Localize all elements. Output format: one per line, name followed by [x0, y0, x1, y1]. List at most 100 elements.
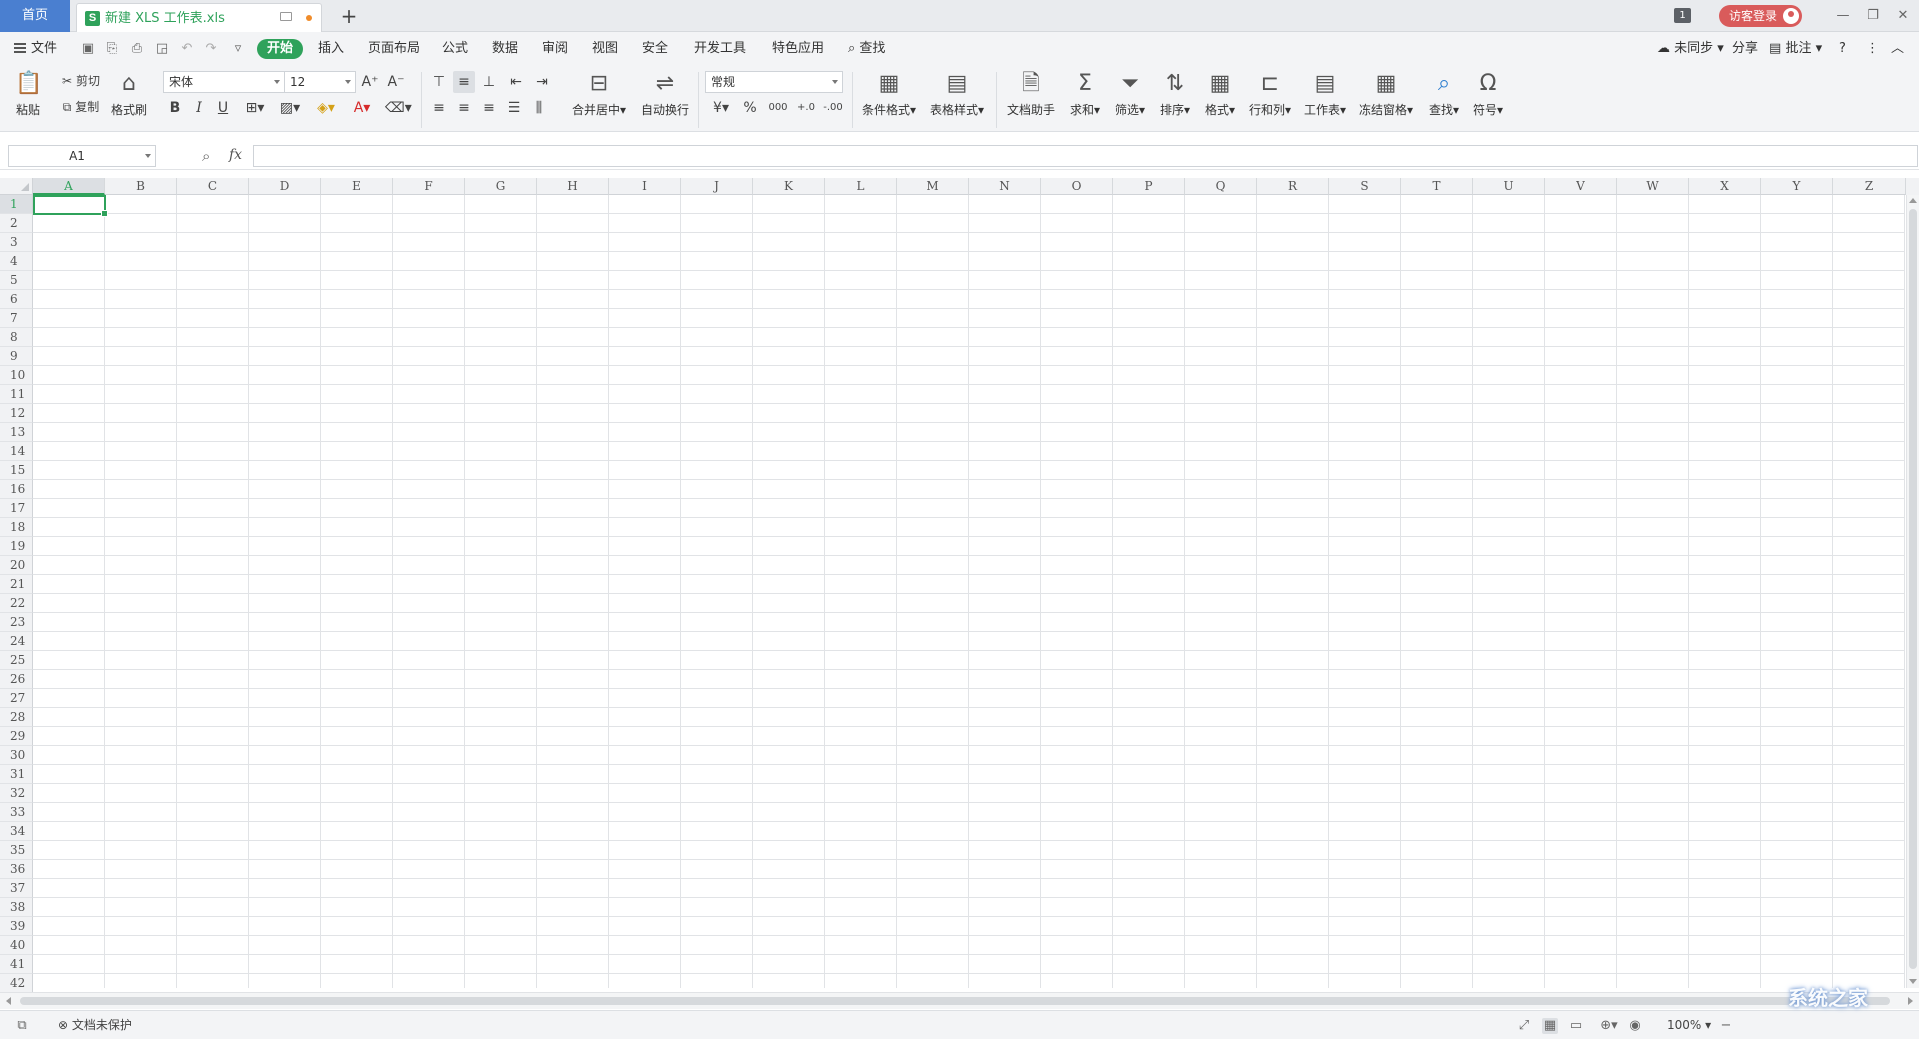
column-header-g[interactable]: G — [465, 178, 537, 195]
format-painter-button[interactable]: ⌂ 格式刷 — [108, 72, 150, 118]
symbol-button[interactable]: Ω 符号▾ — [1468, 72, 1508, 118]
row-header-2[interactable]: 2 — [0, 214, 33, 233]
row-header-3[interactable]: 3 — [0, 233, 33, 252]
column-header-d[interactable]: D — [249, 178, 321, 195]
tab-view[interactable]: 视图 — [592, 32, 618, 66]
row-header-4[interactable]: 4 — [0, 252, 33, 271]
align-right-icon[interactable]: ≡ — [480, 99, 498, 117]
more-icon[interactable]: ⋮ — [1866, 32, 1879, 66]
column-header-h[interactable]: H — [537, 178, 609, 195]
share-button[interactable]: 分享 — [1732, 32, 1758, 66]
window-count-badge[interactable]: 1 — [1674, 8, 1691, 23]
align-center-icon[interactable]: ≡ — [455, 99, 473, 117]
justify-icon[interactable]: ☰ — [505, 99, 523, 117]
column-header-f[interactable]: F — [393, 178, 465, 195]
search-command[interactable]: ⌕ 查找 — [848, 32, 885, 66]
active-cell[interactable] — [33, 195, 108, 217]
align-left-icon[interactable]: ≡ — [430, 99, 448, 117]
increase-font-icon[interactable]: A⁺ — [360, 73, 380, 91]
row-header-11[interactable]: 11 — [0, 385, 33, 404]
save-icon[interactable]: ▣ — [80, 41, 96, 57]
scroll-up-icon[interactable] — [1909, 198, 1917, 203]
underline-button[interactable]: U — [215, 99, 231, 117]
formula-input[interactable] — [253, 145, 1918, 167]
comment-button[interactable]: ▤ 批注 ▾ — [1769, 32, 1822, 66]
monitor-icon[interactable] — [280, 12, 292, 21]
row-header-42[interactable]: 42 — [0, 974, 33, 993]
row-header-19[interactable]: 19 — [0, 537, 33, 556]
fullscreen-icon[interactable]: ⤢ — [1516, 1018, 1532, 1034]
row-header-24[interactable]: 24 — [0, 632, 33, 651]
tab-special[interactable]: 特色应用 — [772, 32, 824, 66]
home-tab[interactable]: 首页 — [0, 0, 70, 32]
tab-insert[interactable]: 插入 — [318, 32, 344, 66]
cells-area[interactable] — [33, 195, 1905, 988]
border-icon[interactable]: ⊞▾ — [243, 99, 267, 117]
row-header-14[interactable]: 14 — [0, 442, 33, 461]
eye-protection-icon[interactable]: ◉ — [1627, 1018, 1643, 1034]
name-box[interactable]: A1 — [8, 145, 156, 167]
tab-developer[interactable]: 开发工具 — [694, 32, 746, 66]
horizontal-scrollbar[interactable] — [0, 992, 1919, 1009]
row-header-7[interactable]: 7 — [0, 309, 33, 328]
row-header-22[interactable]: 22 — [0, 594, 33, 613]
document-tab[interactable]: S 新建 XLS 工作表.xls — [76, 3, 322, 32]
normal-view-icon[interactable]: ▦ — [1542, 1018, 1558, 1034]
row-header-25[interactable]: 25 — [0, 651, 33, 670]
bold-button[interactable]: B — [167, 99, 183, 117]
row-header-38[interactable]: 38 — [0, 898, 33, 917]
column-header-s[interactable]: S — [1329, 178, 1401, 195]
column-header-c[interactable]: C — [177, 178, 249, 195]
font-size-select[interactable]: 12 — [284, 71, 356, 93]
sort-button[interactable]: ⇅ 排序▾ — [1154, 72, 1196, 118]
wrap-text-button[interactable]: ⇌ 自动换行 — [637, 72, 693, 118]
column-header-e[interactable]: E — [321, 178, 393, 195]
filter-button[interactable]: ⏷ 筛选▾ — [1109, 72, 1151, 118]
close-button[interactable]: ✕ — [1889, 4, 1917, 28]
sheet-list-icon[interactable]: ⧉ — [14, 1018, 30, 1034]
help-button[interactable]: ? — [1839, 32, 1846, 66]
column-header-x[interactable]: X — [1689, 178, 1761, 195]
row-header-32[interactable]: 32 — [0, 784, 33, 803]
vertical-scrollbar[interactable] — [1906, 195, 1919, 988]
protect-status[interactable]: ⊗ 文档未保护 — [58, 1011, 132, 1039]
decrease-decimal-button[interactable]: -.00 — [820, 99, 846, 117]
column-header-u[interactable]: U — [1473, 178, 1545, 195]
row-header-23[interactable]: 23 — [0, 613, 33, 632]
font-color-icon[interactable]: A▾ — [349, 99, 375, 117]
column-header-o[interactable]: O — [1041, 178, 1113, 195]
font-name-select[interactable]: 宋体 — [163, 71, 285, 93]
sync-status[interactable]: ☁ 未同步 ▾ — [1657, 32, 1724, 66]
customize-dropdown-icon[interactable]: ▿ — [230, 41, 246, 57]
paste-button[interactable]: 📋 粘贴 — [10, 72, 46, 118]
align-bottom-icon[interactable]: ⊥ — [480, 73, 498, 91]
column-header-k[interactable]: K — [753, 178, 825, 195]
find-button[interactable]: ⌕ 查找▾ — [1424, 72, 1464, 118]
row-header-37[interactable]: 37 — [0, 879, 33, 898]
row-header-6[interactable]: 6 — [0, 290, 33, 309]
column-header-v[interactable]: V — [1545, 178, 1617, 195]
column-header-q[interactable]: Q — [1185, 178, 1257, 195]
tab-data[interactable]: 数据 — [492, 32, 518, 66]
file-menu[interactable]: 文件 — [14, 32, 57, 66]
unsaved-dot-icon[interactable] — [306, 15, 312, 21]
zoom-level[interactable]: 100% ▾ — [1667, 1011, 1711, 1039]
increase-indent-icon[interactable]: ⇥ — [533, 73, 551, 91]
fill-color-icon[interactable]: ◈▾ — [313, 99, 339, 117]
page-layout-icon[interactable]: ⊕▾ — [1596, 1018, 1622, 1034]
row-col-button[interactable]: ⊏ 行和列▾ — [1245, 72, 1295, 118]
column-header-w[interactable]: W — [1617, 178, 1689, 195]
row-header-18[interactable]: 18 — [0, 518, 33, 537]
conditional-format-button[interactable]: ▦ 条件格式▾ — [858, 72, 920, 118]
row-header-39[interactable]: 39 — [0, 917, 33, 936]
tab-start[interactable]: 开始 — [257, 39, 304, 59]
fx-icon[interactable]: fx — [229, 147, 242, 163]
row-header-21[interactable]: 21 — [0, 575, 33, 594]
redo-icon[interactable]: ↷ — [203, 41, 219, 57]
row-header-36[interactable]: 36 — [0, 860, 33, 879]
row-header-20[interactable]: 20 — [0, 556, 33, 575]
row-header-13[interactable]: 13 — [0, 423, 33, 442]
worksheet-button[interactable]: ▤ 工作表▾ — [1300, 72, 1350, 118]
increase-decimal-button[interactable]: +.0 — [794, 99, 818, 117]
column-header-l[interactable]: L — [825, 178, 897, 195]
